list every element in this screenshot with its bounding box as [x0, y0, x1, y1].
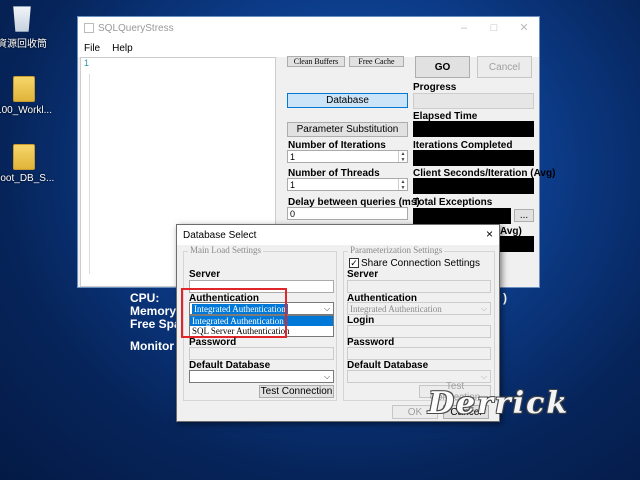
password-field[interactable]	[189, 347, 334, 360]
progress-bar	[413, 93, 534, 109]
threads-value: 1	[290, 180, 296, 190]
default-database-select[interactable]: ⌵	[189, 370, 334, 383]
delay-value: 0	[290, 209, 296, 219]
free-cache-button[interactable]: Free Cache	[349, 56, 404, 67]
minimize-button[interactable]: –	[449, 17, 479, 39]
iterations-completed-display	[413, 150, 534, 166]
param-password-field[interactable]	[347, 347, 491, 360]
total-exceptions-label: Total Exceptions	[413, 197, 493, 208]
clean-buffers-button[interactable]: Clean Buffers	[287, 56, 345, 67]
test-connection-button[interactable]: Test Connection	[259, 385, 334, 398]
app-icon	[84, 23, 94, 33]
chevron-down-icon[interactable]: ⌵	[478, 303, 490, 314]
desktop-icon-label: 資源回收筒	[0, 39, 47, 50]
desktop-icon-label: 100_Workl...	[0, 105, 52, 116]
share-connection-label: Share Connection Settings	[361, 258, 480, 269]
exceptions-details-button[interactable]: ...	[514, 209, 534, 222]
threads-stepper[interactable]: 1 ▲ ▼	[287, 178, 408, 191]
stepper-arrows-icon[interactable]: ▲ ▼	[398, 151, 407, 163]
recycle-bin-icon	[13, 6, 31, 32]
iterations-value: 1	[290, 152, 296, 162]
menu-file[interactable]: File	[78, 43, 106, 54]
dialog-title: Database Select	[183, 229, 257, 241]
client-seconds-display	[413, 178, 534, 194]
param-server-label: Server	[347, 269, 379, 280]
go-button[interactable]: GO	[415, 56, 470, 78]
menu-help[interactable]: Help	[106, 43, 139, 54]
bg-info-memory: Memory:	[130, 304, 181, 318]
folder-icon	[13, 144, 35, 170]
highlight-annotation	[181, 288, 287, 338]
cancel-button[interactable]: Cancel	[477, 56, 532, 78]
desktop-icon-label: Boot_DB_S...	[0, 173, 55, 184]
elapsed-time-display	[413, 121, 534, 137]
total-exceptions-display	[413, 208, 511, 224]
param-authentication-select[interactable]: Integrated Authentication ⌵	[347, 302, 491, 315]
folder-icon	[13, 76, 35, 102]
server-label: Server	[189, 269, 221, 280]
watermark: Derrick	[428, 386, 570, 421]
parameter-substitution-button[interactable]: Parameter Substitution	[287, 122, 408, 137]
iterations-stepper[interactable]: 1 ▲ ▼	[287, 150, 408, 163]
delay-stepper[interactable]: 0	[287, 207, 408, 220]
editor-scrollbar[interactable]	[89, 74, 90, 274]
menu-bar: File Help	[78, 39, 539, 57]
desktop-icon-recycle-bin[interactable]: 資源回收筒	[0, 6, 54, 50]
desktop-icon-folder-workload[interactable]: 100_Workl...	[0, 76, 56, 116]
main-load-settings-title: Main Load Settings	[188, 245, 263, 255]
line-number: 1	[84, 58, 90, 68]
maximize-button[interactable]: □	[479, 17, 509, 39]
param-authentication-value: Integrated Authentication	[350, 304, 442, 314]
progress-label: Progress	[413, 82, 457, 93]
bg-info-paren: )	[503, 291, 507, 305]
stepper-arrows-icon[interactable]: ▲ ▼	[398, 179, 407, 191]
avg-display	[497, 236, 534, 252]
chevron-down-icon[interactable]: ⌵	[321, 371, 333, 382]
dialog-close-icon[interactable]: ×	[486, 227, 493, 241]
dialog-title-bar: Database Select	[177, 225, 499, 245]
share-connection-checkbox[interactable]: ✓	[349, 258, 359, 268]
database-button[interactable]: Database	[287, 93, 408, 108]
chevron-down-icon[interactable]: ⌵	[321, 303, 333, 314]
window-title: SQLQueryStress	[98, 22, 174, 34]
desktop-icon-folder-boot-db[interactable]: Boot_DB_S...	[0, 144, 56, 184]
bg-info-cpu: CPU:	[130, 291, 160, 305]
parameterization-settings-title: Parameterization Settings	[348, 245, 445, 255]
param-server-field[interactable]	[347, 280, 491, 293]
close-button[interactable]: ✕	[509, 17, 539, 39]
